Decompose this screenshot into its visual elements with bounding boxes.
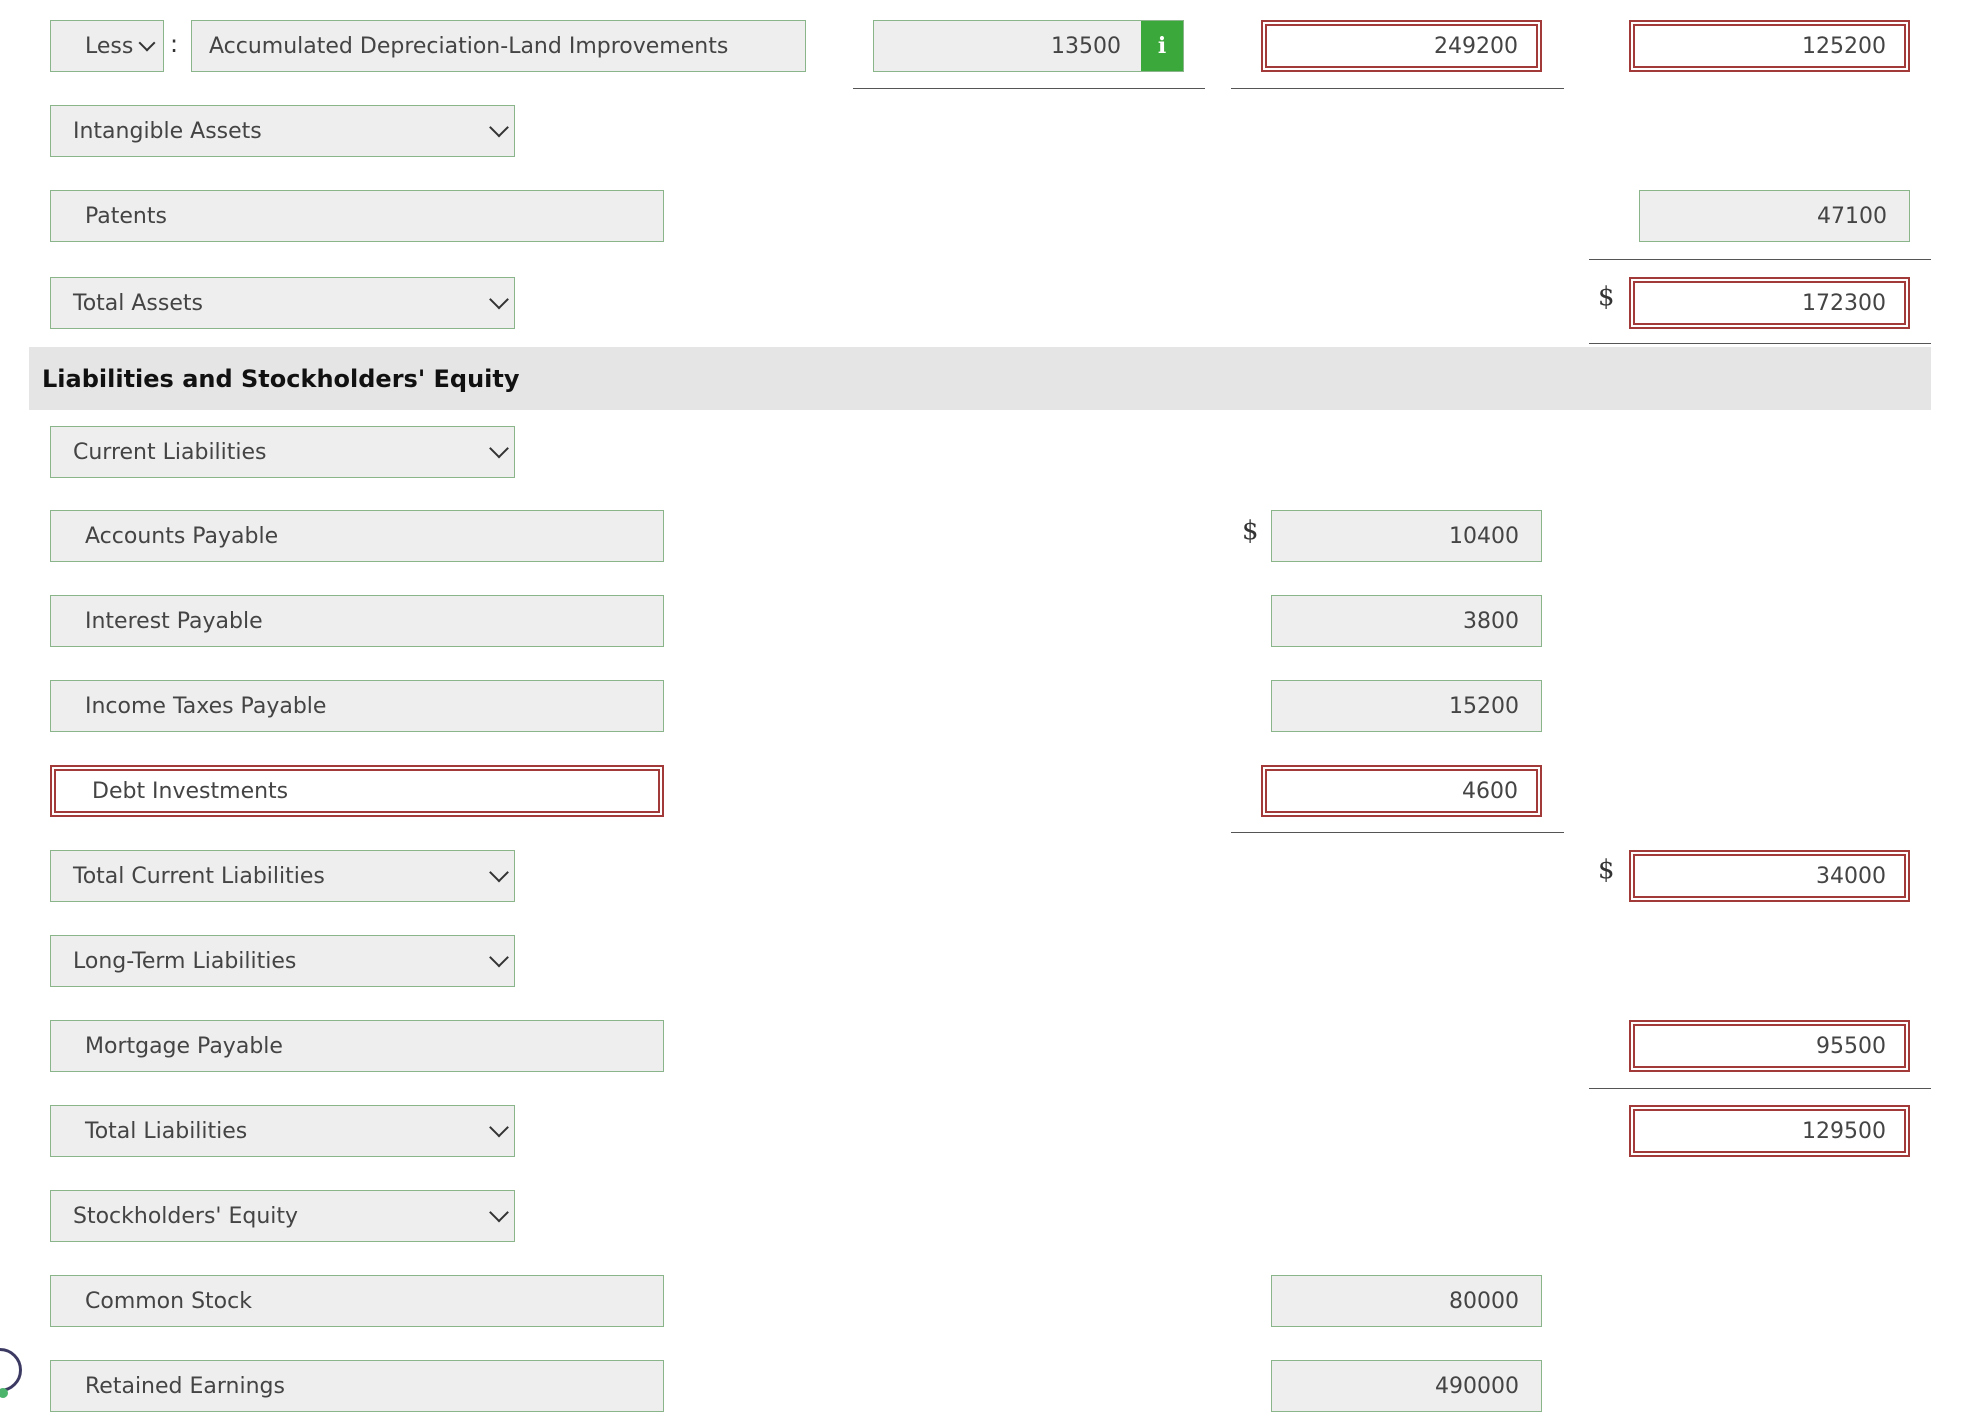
income-taxes-payable-value: 15200: [1449, 693, 1519, 719]
current-liabilities-select[interactable]: Current Liabilities: [50, 426, 515, 478]
chevron-down-icon: [489, 1202, 509, 1223]
divider: [1231, 88, 1564, 89]
stockholders-equity-select[interactable]: Stockholders' Equity: [50, 1190, 515, 1242]
total-assets-input[interactable]: 172300: [1629, 277, 1910, 329]
total-current-liabilities-label: Total Current Liabilities: [73, 863, 325, 889]
accounts-payable-amount[interactable]: 10400: [1271, 510, 1542, 562]
divider: [1231, 832, 1564, 833]
divider: [1589, 259, 1931, 260]
retained-earnings-value: 490000: [1435, 1373, 1519, 1399]
patents-input[interactable]: Patents: [50, 190, 664, 242]
debt-investments-amount[interactable]: 4600: [1261, 765, 1542, 817]
mortgage-payable-input[interactable]: Mortgage Payable: [50, 1020, 664, 1072]
long-term-liabilities-select[interactable]: Long-Term Liabilities: [50, 935, 515, 987]
accounts-payable-value: 10400: [1449, 523, 1519, 549]
accum-depreciation-value: 13500: [1051, 33, 1121, 59]
currency-symbol: $: [1598, 855, 1615, 885]
common-stock-label: Common Stock: [85, 1288, 252, 1314]
divider: [1589, 1088, 1931, 1089]
long-term-liabilities-label: Long-Term Liabilities: [73, 948, 297, 974]
chevron-down-icon: [489, 117, 509, 138]
debt-investments-input[interactable]: Debt Investments: [50, 765, 664, 817]
chevron-down-icon: [489, 862, 509, 883]
stockholders-equity-label: Stockholders' Equity: [73, 1203, 299, 1229]
interest-payable-input[interactable]: Interest Payable: [50, 595, 664, 647]
info-icon[interactable]: i: [1141, 21, 1183, 71]
income-taxes-payable-input[interactable]: Income Taxes Payable: [50, 680, 664, 732]
mortgage-payable-amount[interactable]: 95500: [1629, 1020, 1910, 1072]
accum-depreciation-input[interactable]: Accumulated Depreciation-Land Improvemen…: [191, 20, 806, 72]
total-current-liabilities-input[interactable]: 34000: [1629, 850, 1910, 902]
currency-symbol: $: [1598, 282, 1615, 312]
accum-depreciation-label: Accumulated Depreciation-Land Improvemen…: [209, 33, 729, 59]
ppe-total-value: 125200: [1802, 33, 1886, 59]
chevron-down-icon: [489, 1117, 509, 1138]
income-taxes-payable-label: Income Taxes Payable: [85, 693, 327, 719]
current-liabilities-label: Current Liabilities: [73, 439, 267, 465]
patents-value: 47100: [1817, 203, 1887, 229]
section-header: Liabilities and Stockholders' Equity: [29, 347, 1931, 410]
retained-earnings-label: Retained Earnings: [85, 1373, 285, 1399]
land-improvements-subtotal-value: 249200: [1434, 33, 1518, 59]
total-assets-select[interactable]: Total Assets: [50, 277, 515, 329]
accounts-payable-label: Accounts Payable: [85, 523, 279, 549]
intangible-assets-label: Intangible Assets: [73, 118, 262, 144]
interest-payable-label: Interest Payable: [85, 608, 263, 634]
divider: [853, 88, 1205, 89]
intangible-assets-select[interactable]: Intangible Assets: [50, 105, 515, 157]
debt-investments-value: 4600: [1462, 778, 1518, 804]
total-current-liabilities-value: 34000: [1816, 863, 1886, 889]
patents-label: Patents: [85, 203, 167, 229]
interest-payable-value: 3800: [1463, 608, 1519, 634]
total-assets-value: 172300: [1802, 290, 1886, 316]
status-dot-icon: [0, 1388, 8, 1398]
ppe-total-input[interactable]: 125200: [1629, 20, 1910, 72]
total-assets-label: Total Assets: [73, 290, 203, 316]
mortgage-payable-label: Mortgage Payable: [85, 1033, 283, 1059]
currency-symbol: $: [1242, 516, 1259, 546]
chevron-down-icon: [489, 289, 509, 310]
help-widget-icon[interactable]: [0, 1348, 22, 1392]
patents-amount[interactable]: 47100: [1639, 190, 1910, 242]
chevron-down-icon: [489, 438, 509, 459]
mortgage-payable-value: 95500: [1816, 1033, 1886, 1059]
chevron-down-icon: [138, 34, 156, 52]
accum-depreciation-amount[interactable]: 13500 i: [873, 20, 1184, 72]
chevron-down-icon: [489, 947, 509, 968]
income-taxes-payable-amount[interactable]: 15200: [1271, 680, 1542, 732]
less-select[interactable]: Less: [50, 20, 164, 72]
colon-separator: :: [170, 30, 179, 58]
debt-investments-label: Debt Investments: [92, 778, 289, 804]
accounts-payable-input[interactable]: Accounts Payable: [50, 510, 664, 562]
double-underline: [1589, 343, 1931, 344]
common-stock-value: 80000: [1449, 1288, 1519, 1314]
retained-earnings-input[interactable]: Retained Earnings: [50, 1360, 664, 1412]
retained-earnings-amount[interactable]: 490000: [1271, 1360, 1542, 1412]
total-current-liabilities-select[interactable]: Total Current Liabilities: [50, 850, 515, 902]
total-liabilities-input[interactable]: 129500: [1629, 1105, 1910, 1157]
total-liabilities-label: Total Liabilities: [85, 1118, 248, 1144]
total-liabilities-value: 129500: [1802, 1118, 1886, 1144]
land-improvements-subtotal-input[interactable]: 249200: [1261, 20, 1542, 72]
less-select-label: Less: [85, 33, 134, 59]
common-stock-amount[interactable]: 80000: [1271, 1275, 1542, 1327]
common-stock-input[interactable]: Common Stock: [50, 1275, 664, 1327]
interest-payable-amount[interactable]: 3800: [1271, 595, 1542, 647]
total-liabilities-select[interactable]: Total Liabilities: [50, 1105, 515, 1157]
